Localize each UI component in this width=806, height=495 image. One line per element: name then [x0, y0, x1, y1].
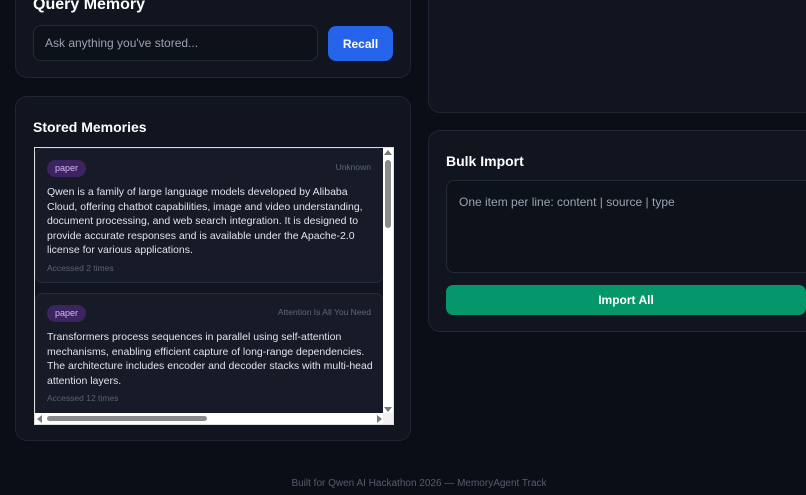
- memory-list: paper Unknown Qwen is a family of large …: [35, 148, 384, 414]
- results-panel: [428, 0, 806, 113]
- scroll-down-arrow-icon[interactable]: [384, 407, 392, 412]
- recall-button[interactable]: Recall: [328, 26, 393, 61]
- bulk-import-title: Bulk Import: [446, 153, 524, 169]
- vertical-scroll-thumb[interactable]: [385, 160, 391, 228]
- vertical-scrollbar[interactable]: [383, 148, 393, 414]
- stored-memories-title: Stored Memories: [33, 119, 147, 135]
- memory-type-badge: paper: [47, 305, 87, 322]
- memory-card[interactable]: paper Attention Is All You Need Transfor…: [35, 293, 384, 414]
- stored-memories-panel: Stored Memories paper Unknown Qwen is a …: [15, 96, 411, 441]
- memory-card[interactable]: paper Unknown Qwen is a family of large …: [35, 148, 384, 283]
- page: Query Memory Recall Stored Memories pape…: [0, 0, 806, 495]
- bulk-import-textarea[interactable]: [446, 180, 806, 273]
- footer: Built for Qwen AI Hackathon 2026 — Memor…: [0, 478, 806, 489]
- memory-content: Qwen is a family of large language model…: [47, 186, 363, 257]
- scroll-up-arrow-icon[interactable]: [384, 150, 392, 155]
- memory-source: Unknown: [335, 162, 371, 172]
- query-memory-title: Query Memory: [33, 0, 146, 13]
- import-all-button[interactable]: Import All: [446, 285, 806, 315]
- scroll-left-arrow-icon[interactable]: [37, 415, 42, 423]
- memory-scroll-container[interactable]: paper Unknown Qwen is a family of large …: [34, 147, 394, 425]
- footer-text: Built for Qwen AI Hackathon 2026 — Memor…: [291, 478, 547, 489]
- scroll-right-arrow-icon[interactable]: [377, 415, 382, 423]
- memory-access-count: Accessed 2 times: [47, 263, 114, 273]
- horizontal-scroll-thumb[interactable]: [47, 416, 207, 421]
- query-input[interactable]: [33, 25, 318, 61]
- horizontal-scrollbar[interactable]: [35, 413, 384, 424]
- memory-type-badge: paper: [47, 160, 87, 177]
- query-memory-panel: Query Memory Recall: [15, 0, 411, 78]
- memory-source: Attention Is All You Need: [277, 307, 371, 317]
- memory-content: Transformers process sequences in parall…: [47, 331, 373, 387]
- bulk-import-panel: Bulk Import Import All: [428, 130, 806, 332]
- scrollbar-corner: [383, 413, 393, 424]
- memory-access-count: Accessed 12 times: [47, 393, 119, 403]
